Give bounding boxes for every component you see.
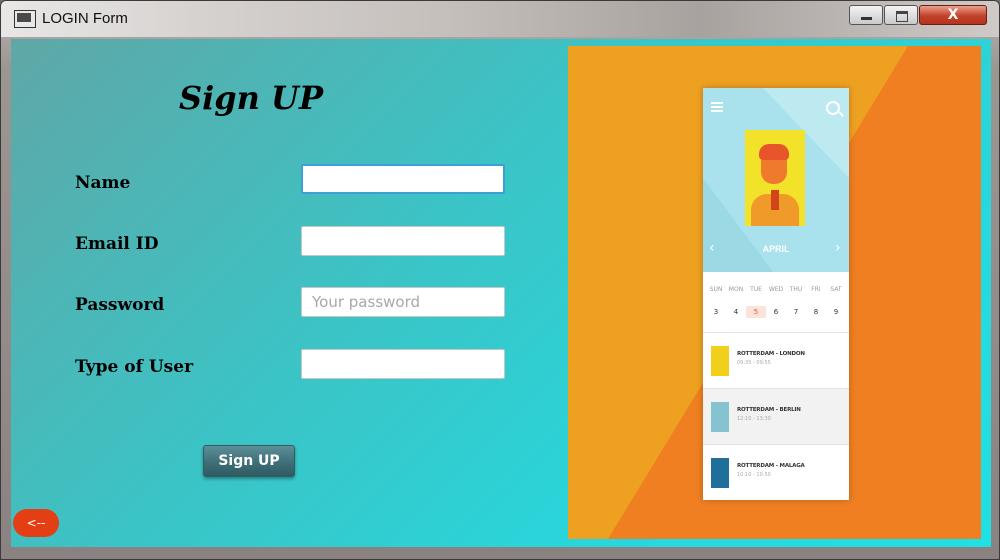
- chevron-right-icon: ›: [835, 240, 841, 256]
- page-title: Sign UP: [179, 79, 324, 117]
- phone-header: ‹ APRIL ›: [703, 88, 849, 272]
- user-type-field[interactable]: [301, 349, 505, 379]
- plane-icon: [711, 402, 729, 432]
- search-icon: [826, 101, 840, 115]
- list-item: ROTTERDAM - LONDON 09:35 - 09:55: [703, 332, 849, 389]
- menu-icon: [711, 102, 723, 112]
- email-label: Email ID: [75, 234, 159, 254]
- avatar-tie: [771, 190, 779, 210]
- back-button[interactable]: <--: [13, 509, 59, 537]
- trip-time: 09:35 - 09:55: [737, 360, 771, 366]
- user-type-label: Type of User: [75, 357, 194, 377]
- weekday: MON: [728, 286, 744, 293]
- date: 6: [773, 308, 779, 316]
- weekday: SUN: [709, 286, 723, 293]
- signup-panel: Sign UP Name Email ID Password Type of U…: [11, 39, 991, 547]
- signup-button[interactable]: Sign UP: [203, 445, 295, 477]
- phone-mockup: ‹ APRIL › SUN MON TUE WED THU FRI SAT 3: [703, 88, 849, 500]
- password-label: Password: [75, 295, 165, 315]
- trip-time: 12:10 - 13:30: [737, 416, 771, 422]
- weekday: FRI: [811, 286, 821, 293]
- avatar: [745, 130, 805, 226]
- weekday: TUE: [750, 286, 762, 293]
- date: 3: [713, 308, 719, 316]
- name-label: Name: [75, 173, 131, 193]
- date: 8: [813, 308, 819, 316]
- date: 9: [833, 308, 839, 316]
- close-icon: X: [947, 7, 959, 23]
- date: 4: [733, 308, 739, 316]
- close-button[interactable]: X: [919, 5, 987, 25]
- maximize-button[interactable]: [884, 5, 918, 25]
- date: 7: [793, 308, 799, 316]
- weekday: WED: [768, 286, 784, 293]
- name-field[interactable]: [301, 164, 505, 194]
- trip-time: 10:10 - 10:50: [737, 472, 771, 478]
- trip-title: ROTTERDAM - LONDON: [737, 351, 805, 357]
- window-title: LOGIN Form: [42, 10, 128, 27]
- month-row: ‹ APRIL ›: [703, 236, 849, 266]
- list-item: ROTTERDAM - BERLIN 12:10 - 13:30: [703, 388, 849, 445]
- trip-title: ROTTERDAM - MALAGA: [737, 463, 805, 469]
- plane-icon: [711, 458, 729, 488]
- date-selected: 5: [746, 306, 766, 318]
- avatar-hair: [759, 144, 789, 160]
- weekday: SAT: [830, 286, 842, 293]
- app-icon: [14, 10, 36, 28]
- password-field[interactable]: [301, 287, 505, 317]
- month-label: APRIL: [762, 244, 790, 254]
- trip-title: ROTTERDAM - BERLIN: [737, 407, 801, 413]
- login-form-window: LOGIN Form X Sign UP Name Email ID Passw…: [0, 0, 1000, 560]
- plane-icon: [711, 346, 729, 376]
- weekday: THU: [789, 286, 803, 293]
- email-field[interactable]: [301, 226, 505, 256]
- promo-image: ‹ APRIL › SUN MON TUE WED THU FRI SAT 3: [568, 46, 981, 539]
- title-bar[interactable]: LOGIN Form X: [1, 1, 999, 37]
- list-item: ROTTERDAM - MALAGA 10:10 - 10:50: [703, 444, 849, 501]
- minimize-button[interactable]: [849, 5, 883, 25]
